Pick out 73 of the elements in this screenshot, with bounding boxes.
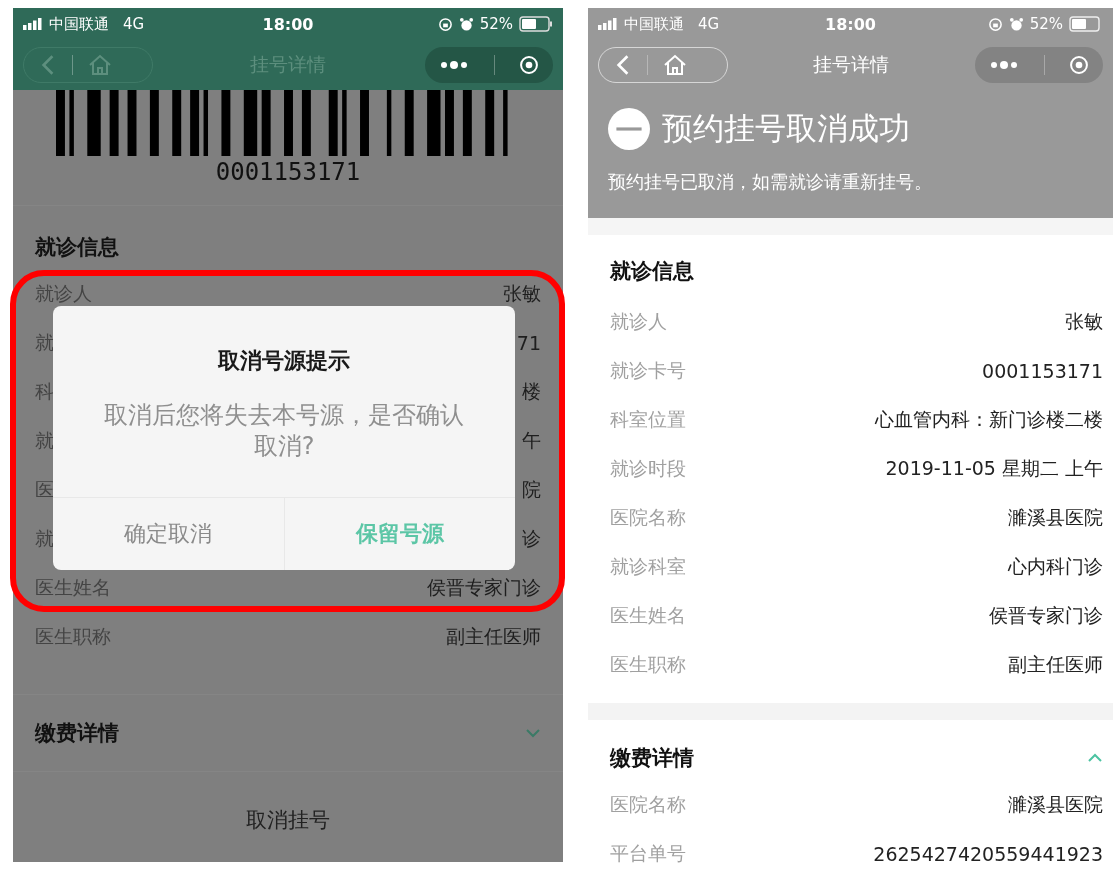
result-title: 预约挂号取消成功 bbox=[662, 109, 910, 148]
battery-icon bbox=[519, 16, 553, 32]
field-label: 科 bbox=[35, 378, 54, 404]
field-value: 2019-11-05 星期二 上午 bbox=[885, 455, 1103, 481]
barcode-number: 0001153171 bbox=[215, 158, 361, 186]
field-value: 午 bbox=[522, 427, 541, 453]
field-value: 副主任医师 bbox=[446, 623, 541, 649]
field-value: 濉溪县医院 bbox=[1008, 504, 1103, 530]
chevron-icon[interactable] bbox=[1087, 753, 1103, 763]
section-title: 就诊信息 bbox=[35, 234, 120, 261]
field-value: 2625427420559441923 bbox=[873, 842, 1103, 865]
field-value: 院 bbox=[522, 476, 541, 502]
network-type: 4G bbox=[123, 15, 145, 33]
dialog-button[interactable]: 保留号源 bbox=[283, 498, 515, 570]
field-value: 心内科门诊 bbox=[1008, 553, 1103, 579]
section-title: 缴费详情 bbox=[35, 720, 119, 747]
field-label: 医院名称 bbox=[610, 791, 686, 817]
battery-percent: 52% bbox=[479, 15, 513, 33]
field-value: 张敏 bbox=[1065, 308, 1103, 334]
section-title: 缴费详情 bbox=[610, 745, 694, 772]
field-label: 就 bbox=[35, 525, 54, 551]
network-type: 4G bbox=[698, 15, 720, 33]
field-label: 医生职称 bbox=[610, 651, 686, 677]
carrier-name: 中国联通 bbox=[49, 14, 109, 34]
battery-percent: 52% bbox=[1029, 15, 1063, 33]
field-label: 医生职称 bbox=[35, 623, 111, 649]
field-value: 张敏 bbox=[503, 280, 541, 306]
status-time: 18:00 bbox=[262, 14, 314, 34]
field-value: 楼 bbox=[522, 378, 541, 404]
field-label: 就诊科室 bbox=[610, 553, 686, 579]
field-label: 就诊人 bbox=[610, 308, 667, 334]
dialog-title: 取消号源提示 bbox=[218, 347, 350, 375]
rotation-lock-icon bbox=[987, 16, 1003, 32]
field-label: 医生姓名 bbox=[610, 602, 686, 628]
home-icon[interactable] bbox=[662, 54, 688, 76]
section-title: 就诊信息 bbox=[610, 258, 695, 285]
menu-capsule[interactable] bbox=[975, 47, 1103, 83]
field-value: 0001153171 bbox=[982, 359, 1103, 382]
field-label: 医生姓名 bbox=[35, 574, 111, 600]
cancel-registration-button[interactable]: 取消挂号 bbox=[226, 800, 350, 840]
field-value: 71 bbox=[516, 331, 541, 354]
field-label: 就 bbox=[35, 329, 54, 355]
status-time: 18:00 bbox=[825, 14, 876, 34]
more-icon[interactable] bbox=[989, 60, 1019, 70]
dialog-button[interactable]: 确定取消 bbox=[53, 498, 284, 570]
field-value: 侯晋专家门诊 bbox=[989, 602, 1103, 628]
field-label: 就诊时段 bbox=[610, 455, 686, 481]
field-value: 副主任医师 bbox=[1008, 651, 1103, 677]
dialog-message: 取消后您将失去本号源，是否确认取消? bbox=[103, 400, 465, 463]
more-icon[interactable] bbox=[439, 60, 469, 70]
home-icon[interactable] bbox=[87, 54, 113, 76]
field-value: 濉溪县医院 bbox=[1008, 791, 1103, 817]
field-label: 科室位置 bbox=[610, 406, 686, 432]
alarm-icon bbox=[458, 16, 474, 32]
field-label: 就诊卡号 bbox=[610, 357, 686, 383]
rotation-lock-icon bbox=[437, 16, 453, 32]
result-message: 预约挂号已取消，如需就诊请重新挂号。 bbox=[607, 170, 933, 194]
field-label: 就诊人 bbox=[35, 280, 92, 306]
menu-capsule[interactable] bbox=[425, 47, 553, 83]
field-value: 心血管内科：新门诊楼二楼 bbox=[875, 406, 1103, 432]
alarm-icon bbox=[1008, 16, 1024, 32]
signal-icon bbox=[598, 18, 618, 30]
field-value: 诊 bbox=[522, 525, 541, 551]
signal-icon bbox=[23, 18, 43, 30]
field-value: 侯晋专家门诊 bbox=[427, 574, 541, 600]
field-label: 平台单号 bbox=[610, 840, 686, 866]
carrier-name: 中国联通 bbox=[624, 14, 684, 34]
field-label: 就 bbox=[35, 427, 54, 453]
minus-circle-icon bbox=[608, 108, 650, 150]
battery-icon bbox=[1069, 16, 1103, 32]
field-label: 医院名称 bbox=[610, 504, 686, 530]
nav-title: 挂号详情 bbox=[812, 52, 889, 77]
field-label: 医 bbox=[35, 476, 54, 502]
